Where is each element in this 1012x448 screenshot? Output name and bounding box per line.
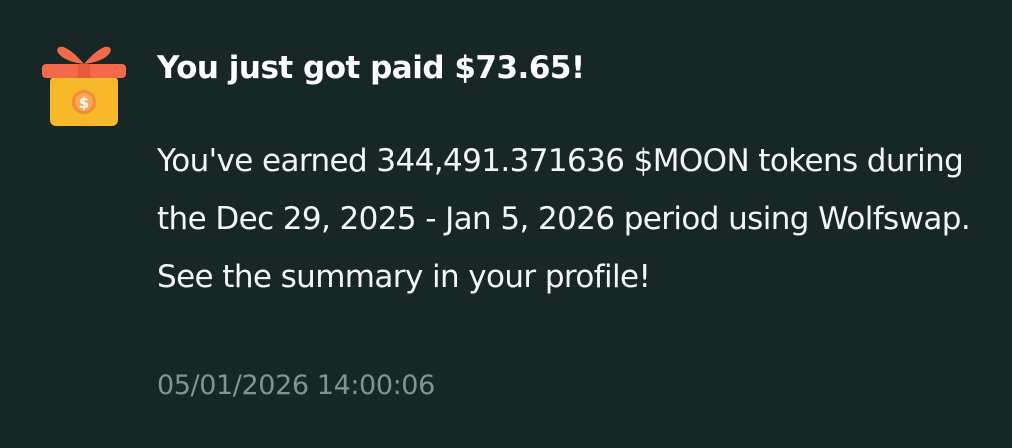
notification-timestamp: 05/01/2026 14:00:06 [157,370,435,401]
notification-card[interactable]: $ You just got paid $73.65! You've earne… [0,0,1012,448]
notification-message: You've earned 344,491.371636 $MOON token… [157,143,971,295]
coin-symbol: $ [79,94,89,112]
notification-title: You just got paid $73.65! [157,50,585,86]
gift-box-coin-icon: $ [40,40,128,130]
